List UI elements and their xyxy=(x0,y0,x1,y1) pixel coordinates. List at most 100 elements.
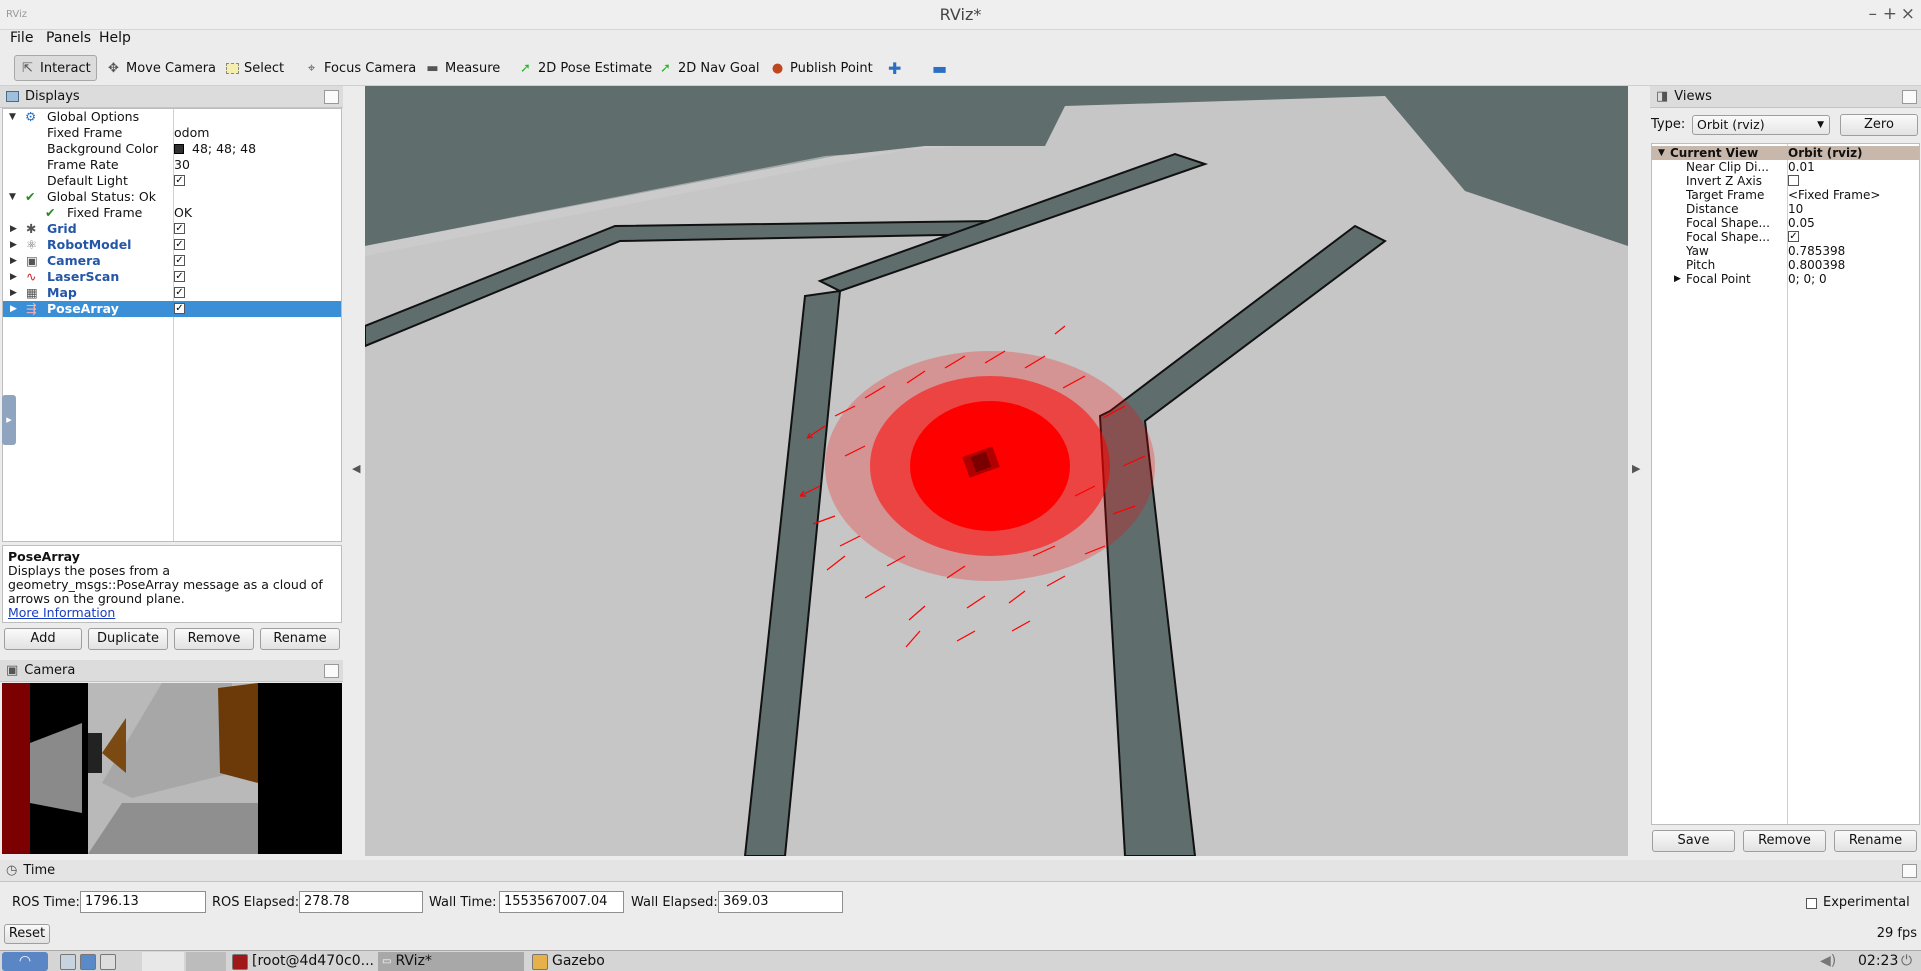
expand-right-icon[interactable]: ▶ xyxy=(10,221,17,237)
remove-tool-button[interactable]: ▬ xyxy=(926,55,953,81)
prop-value[interactable]: 0.785398 xyxy=(1788,244,1845,258)
expand-down-icon[interactable]: ▼ xyxy=(9,189,16,205)
collapse-left-icon[interactable]: ◀ xyxy=(352,462,360,475)
prop-value[interactable]: 0.800398 xyxy=(1788,258,1845,272)
float-button[interactable] xyxy=(1902,90,1917,104)
menu-help[interactable]: Help xyxy=(99,30,131,46)
tree-row-fixed-frame[interactable]: Fixed Frame odom xyxy=(3,125,341,141)
prop-value[interactable]: 10 xyxy=(1788,202,1803,216)
tree-row-robotmodel[interactable]: ▶ ⚛ RobotModel ✓ xyxy=(3,237,341,253)
tree-row-grid[interactable]: ▶ ✱ Grid ✓ xyxy=(3,221,341,237)
prop-value[interactable]: 0.05 xyxy=(1788,216,1815,230)
tree-row-status-fixed-frame[interactable]: ✔ Fixed Frame OK xyxy=(3,205,341,221)
save-view-button[interactable]: Save xyxy=(1652,830,1735,852)
prop-value[interactable]: 0.01 xyxy=(1788,160,1815,174)
fixed-frame-value[interactable]: odom xyxy=(174,125,209,141)
display-checkbox[interactable]: ✓ xyxy=(174,271,185,282)
bg-color-value[interactable]: 48; 48; 48 xyxy=(192,141,256,157)
tool-move-camera[interactable]: ✥ Move Camera xyxy=(100,55,222,81)
view-prop-row[interactable]: Near Clip Di... 0.01 xyxy=(1652,160,1919,174)
task-terminal[interactable]: [root@4d470c0... xyxy=(232,952,374,971)
current-view-row[interactable]: ▼ Current View Orbit (rviz) xyxy=(1652,146,1919,160)
browser-icon[interactable] xyxy=(80,953,96,970)
menu-panels[interactable]: Panels xyxy=(46,30,91,46)
zero-view-button[interactable]: Zero xyxy=(1840,114,1918,136)
rename-view-button[interactable]: Rename xyxy=(1834,830,1917,852)
minimize-icon[interactable]: – xyxy=(1869,4,1878,24)
display-checkbox[interactable]: ✓ xyxy=(174,303,185,314)
experimental-checkbox[interactable] xyxy=(1806,898,1817,909)
view-type-select[interactable]: Orbit (rviz) ▼ xyxy=(1692,115,1830,135)
focal-shape-checkbox[interactable]: ✓ xyxy=(1788,231,1799,242)
tree-row-background-color[interactable]: Background Color 48; 48; 48 xyxy=(3,141,341,157)
tree-row-camera[interactable]: ▶ ▣ Camera ✓ xyxy=(3,253,341,269)
tree-row-frame-rate[interactable]: Frame Rate 30 xyxy=(3,157,341,173)
display-checkbox[interactable]: ✓ xyxy=(174,239,185,250)
expand-right-icon[interactable]: ▶ xyxy=(10,301,17,317)
tool-2d-nav-goal[interactable]: ➚ 2D Nav Goal xyxy=(652,55,766,81)
expand-right-icon[interactable]: ▶ xyxy=(10,269,17,285)
tool-interact[interactable]: ⇱ Interact xyxy=(14,55,97,81)
wall-time-field[interactable]: 1553567007.04 xyxy=(499,891,624,913)
power-icon[interactable]: ⏻ xyxy=(1901,952,1912,971)
expand-right-icon[interactable]: ▶ xyxy=(10,285,17,301)
hidden-panel-handle[interactable]: ▸ xyxy=(2,395,16,445)
task-gazebo[interactable]: Gazebo xyxy=(532,952,632,971)
volume-icon[interactable]: ◀) xyxy=(1820,952,1836,971)
tree-row-global-options[interactable]: ▼ ⚙ Global Options xyxy=(3,109,341,125)
tree-row-laserscan[interactable]: ▶ ∿ LaserScan ✓ xyxy=(3,269,341,285)
add-tool-button[interactable]: ✚ xyxy=(882,55,907,81)
tree-row-posearray[interactable]: ▶ ⇶ PoseArray ✓ xyxy=(3,301,341,317)
tool-2d-pose-estimate[interactable]: ➚ 2D Pose Estimate xyxy=(512,55,658,81)
float-button[interactable] xyxy=(1902,864,1917,878)
view-prop-row[interactable]: Focal Shape... ✓ xyxy=(1652,230,1919,244)
default-light-checkbox[interactable]: ✓ xyxy=(174,175,185,186)
collapse-right-icon[interactable]: ▶ xyxy=(1632,462,1640,475)
files-icon[interactable] xyxy=(60,953,76,970)
prop-value[interactable]: 0; 0; 0 xyxy=(1788,272,1827,286)
view-prop-row[interactable]: Distance 10 xyxy=(1652,202,1919,216)
more-information-link[interactable]: More Information xyxy=(8,606,336,620)
maximize-icon[interactable]: + xyxy=(1883,4,1897,24)
reset-button[interactable]: Reset xyxy=(4,924,50,944)
duplicate-display-button[interactable]: Duplicate xyxy=(88,628,168,650)
view-prop-row[interactable]: Target Frame <Fixed Frame> xyxy=(1652,188,1919,202)
view-prop-row[interactable]: Invert Z Axis xyxy=(1652,174,1919,188)
frame-rate-value[interactable]: 30 xyxy=(174,157,190,173)
tree-row-map[interactable]: ▶ ▦ Map ✓ xyxy=(3,285,341,301)
wall-elapsed-field[interactable]: 369.03 xyxy=(718,891,843,913)
menu-file[interactable]: File xyxy=(10,30,33,46)
remove-view-button[interactable]: Remove xyxy=(1743,830,1826,852)
view-prop-row[interactable]: Pitch 0.800398 xyxy=(1652,258,1919,272)
tool-focus-camera[interactable]: ⌖ Focus Camera xyxy=(298,55,422,81)
displays-tree[interactable]: ▼ ⚙ Global Options Fixed Frame odom Back… xyxy=(2,108,342,542)
desktop-pager-2[interactable] xyxy=(186,952,226,971)
tree-row-global-status[interactable]: ▼ ✔ Global Status: Ok xyxy=(3,189,341,205)
display-checkbox[interactable]: ✓ xyxy=(174,255,185,266)
close-icon[interactable]: × xyxy=(1901,4,1915,24)
view-prop-row[interactable]: ▶ Focal Point 0; 0; 0 xyxy=(1652,272,1919,286)
ros-elapsed-field[interactable]: 278.78 xyxy=(299,891,423,913)
display-checkbox[interactable]: ✓ xyxy=(174,287,185,298)
expand-down-icon[interactable]: ▼ xyxy=(1658,146,1665,160)
expand-right-icon[interactable]: ▶ xyxy=(10,253,17,269)
views-tree[interactable]: ▼ Current View Orbit (rviz) Near Clip Di… xyxy=(1651,143,1920,825)
3d-viewport[interactable] xyxy=(365,86,1628,856)
float-button[interactable] xyxy=(324,664,339,678)
calculator-icon[interactable] xyxy=(100,953,116,970)
tool-select[interactable]: Select xyxy=(220,55,290,81)
display-checkbox[interactable]: ✓ xyxy=(174,223,185,234)
tool-measure[interactable]: ▬ Measure xyxy=(419,55,506,81)
tree-row-default-light[interactable]: Default Light ✓ xyxy=(3,173,341,189)
expand-right-icon[interactable]: ▶ xyxy=(1674,272,1681,286)
tool-publish-point[interactable]: ● Publish Point xyxy=(764,55,879,81)
view-prop-row[interactable]: Focal Shape... 0.05 xyxy=(1652,216,1919,230)
add-display-button[interactable]: Add xyxy=(4,628,82,650)
rename-display-button[interactable]: Rename xyxy=(260,628,340,650)
view-prop-row[interactable]: Yaw 0.785398 xyxy=(1652,244,1919,258)
start-menu-button[interactable]: ◠ xyxy=(2,952,48,971)
invert-z-checkbox[interactable] xyxy=(1788,175,1799,186)
ros-time-field[interactable]: 1796.13 xyxy=(80,891,206,913)
expand-down-icon[interactable]: ▼ xyxy=(9,109,16,125)
float-button[interactable] xyxy=(324,90,339,104)
